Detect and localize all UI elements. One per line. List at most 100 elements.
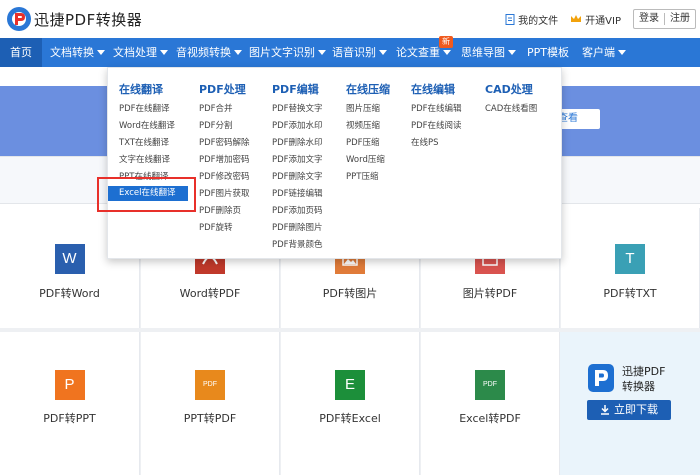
column-title: 在线压缩 xyxy=(346,83,390,96)
app-logo-icon xyxy=(588,364,614,392)
column-title: PDF编辑 xyxy=(272,83,319,96)
menu-item-pdf-delete-page[interactable]: PDF删除页 xyxy=(199,204,241,216)
my-files-label: 我的文件 xyxy=(518,15,559,27)
menu-item-pdf-split[interactable]: PDF分割 xyxy=(199,119,233,131)
menu-item-pdf-add-watermark[interactable]: PDF添加水印 xyxy=(272,119,323,131)
nav-label: 客户端 xyxy=(582,46,615,59)
menu-item-text-translate[interactable]: 文字在线翻译 xyxy=(119,153,170,165)
tool-card-pdf-to-txt[interactable]: T PDF转TXT xyxy=(561,208,700,328)
brand-title[interactable]: 迅捷PDF转换器 xyxy=(34,9,142,30)
menu-item-pdf-translate[interactable]: PDF在线翻译 xyxy=(119,102,170,114)
excel-to-pdf-icon: PDF xyxy=(475,370,505,400)
nav-label: 图片文字识别 xyxy=(249,46,315,59)
menu-item-pdf-unlock[interactable]: PDF密码解除 xyxy=(199,136,250,148)
menu-item-image-compress[interactable]: 图片压缩 xyxy=(346,102,380,114)
nav-label: 思维导图 xyxy=(461,46,505,59)
nav-ocr[interactable]: 图片文字识别 xyxy=(249,38,326,67)
doc-process-dropdown: 在线翻译 PDF在线翻译 Word在线翻译 TXT在线翻译 文字在线翻译 PPT… xyxy=(107,67,562,259)
menu-item-word-compress[interactable]: Word压缩 xyxy=(346,153,385,165)
caret-down-icon xyxy=(508,49,516,55)
nav-home-label: 首页 xyxy=(10,46,32,59)
tool-label: PPT转PDF xyxy=(183,412,237,425)
annotation-highlight-box xyxy=(97,177,196,212)
tool-label: PDF转PPT xyxy=(43,412,96,425)
app-name: 迅捷PDF 转换器 xyxy=(622,364,665,394)
tool-label: Excel转PDF xyxy=(459,412,521,425)
tool-label: PDF转TXT xyxy=(603,287,657,300)
download-button[interactable]: 立即下载 xyxy=(587,400,671,420)
menu-item-txt-translate[interactable]: TXT在线翻译 xyxy=(119,136,169,148)
menu-item-pdf-add-text[interactable]: PDF添加文字 xyxy=(272,153,323,165)
column-title: 在线翻译 xyxy=(119,83,163,96)
nav-client[interactable]: 客户端 xyxy=(582,38,626,67)
menu-item-pdf-edit-links[interactable]: PDF链接编辑 xyxy=(272,187,323,199)
menu-item-pdf-merge[interactable]: PDF合并 xyxy=(199,102,233,114)
menu-item-pdf-add-page-numbers[interactable]: PDF添加页码 xyxy=(272,204,323,216)
top-header: 迅捷PDF转换器 我的文件 开通VIP 登录 注册 xyxy=(0,0,700,38)
menu-item-pdf-replace-text[interactable]: PDF替换文字 xyxy=(272,102,323,114)
app-window: 迅捷PDF转换器 我的文件 开通VIP 登录 注册 首页 文档转换 文档处理 音… xyxy=(0,0,700,475)
ppt-to-pdf-icon: PDF xyxy=(195,370,225,400)
download-label: 立即下载 xyxy=(614,403,658,416)
menu-item-video-compress[interactable]: 视频压缩 xyxy=(346,119,380,131)
menu-item-pdf-delete-images[interactable]: PDF删除图片 xyxy=(272,221,323,233)
tool-label: PDF转图片 xyxy=(322,287,378,300)
nav-label: 论文查重 xyxy=(396,46,440,59)
my-files-link[interactable]: 我的文件 xyxy=(505,12,558,27)
nav-ppt-template[interactable]: PPT模板 xyxy=(527,38,569,67)
column-title: CAD处理 xyxy=(485,83,533,96)
nav-label: PPT模板 xyxy=(527,46,569,59)
nav-speech[interactable]: 语音识别 xyxy=(332,38,387,67)
caret-down-icon xyxy=(618,49,626,55)
ppt-file-icon: P xyxy=(54,370,85,400)
tool-card-pdf-to-ppt[interactable]: P PDF转PPT xyxy=(0,332,140,475)
menu-item-pdf-background-color[interactable]: PDF背景颜色 xyxy=(272,238,323,250)
menu-item-ppt-compress[interactable]: PPT压缩 xyxy=(346,170,378,182)
vip-label: 开通VIP xyxy=(585,15,621,27)
crown-icon xyxy=(571,15,582,22)
vip-link[interactable]: 开通VIP xyxy=(570,12,621,27)
logo-icon xyxy=(7,7,31,31)
login-button[interactable]: 登录 xyxy=(634,10,664,28)
app-name-line-2: 转换器 xyxy=(622,380,655,393)
column-title: 在线编辑 xyxy=(411,83,455,96)
nav-label: 文档处理 xyxy=(113,46,157,59)
word-file-icon: W xyxy=(54,244,85,274)
tool-label: Word转PDF xyxy=(179,287,241,300)
menu-item-pdf-online-read[interactable]: PDF在线阅读 xyxy=(411,119,462,131)
menu-item-pdf-change-password[interactable]: PDF修改密码 xyxy=(199,170,250,182)
download-icon xyxy=(601,405,609,415)
nav-home[interactable]: 首页 xyxy=(0,38,42,67)
menu-item-pdf-add-password[interactable]: PDF增加密码 xyxy=(199,153,250,165)
menu-item-pdf-compress[interactable]: PDF压缩 xyxy=(346,136,380,148)
menu-item-pdf-remove-watermark[interactable]: PDF删除水印 xyxy=(272,136,323,148)
menu-item-pdf-extract-images[interactable]: PDF图片获取 xyxy=(199,187,250,199)
nav-doc-process[interactable]: 文档处理 xyxy=(113,38,168,67)
nav-label: 音视频转换 xyxy=(176,46,231,59)
nav-label: 语音识别 xyxy=(332,46,376,59)
main-nav: 首页 文档转换 文档处理 音视频转换 图片文字识别 语音识别 论文查重 思维导图… xyxy=(0,38,700,67)
file-icon xyxy=(505,13,515,25)
menu-item-pdf-delete-text[interactable]: PDF删除文字 xyxy=(272,170,323,182)
tool-label: PDF转Word xyxy=(39,287,100,300)
caret-down-icon xyxy=(97,49,105,55)
menu-item-cad-viewer[interactable]: CAD在线看图 xyxy=(485,102,537,114)
register-button[interactable]: 注册 xyxy=(665,10,695,28)
nav-doc-convert[interactable]: 文档转换 xyxy=(50,38,105,67)
auth-box: 登录 注册 xyxy=(633,9,696,29)
tool-card-excel-to-pdf[interactable]: PDF Excel转PDF xyxy=(421,332,560,475)
tool-label: PDF转Excel xyxy=(319,412,381,425)
tool-card-ppt-to-pdf[interactable]: PDF PPT转PDF xyxy=(141,332,280,475)
menu-item-pdf-online-edit[interactable]: PDF在线编辑 xyxy=(411,102,462,114)
app-name-line-1: 迅捷PDF xyxy=(622,365,666,378)
tool-card-pdf-to-excel[interactable]: E PDF转Excel xyxy=(281,332,420,475)
nav-mindmap[interactable]: 思维导图 xyxy=(461,38,516,67)
caret-down-icon xyxy=(160,49,168,55)
caret-down-icon xyxy=(234,49,242,55)
menu-item-online-ps[interactable]: 在线PS xyxy=(411,136,439,148)
nav-av-convert[interactable]: 音视频转换 xyxy=(176,38,242,67)
menu-item-pdf-rotate[interactable]: PDF旋转 xyxy=(199,221,233,233)
excel-file-icon: E xyxy=(335,370,365,400)
caret-down-icon xyxy=(318,49,326,55)
menu-item-word-translate[interactable]: Word在线翻译 xyxy=(119,119,175,131)
